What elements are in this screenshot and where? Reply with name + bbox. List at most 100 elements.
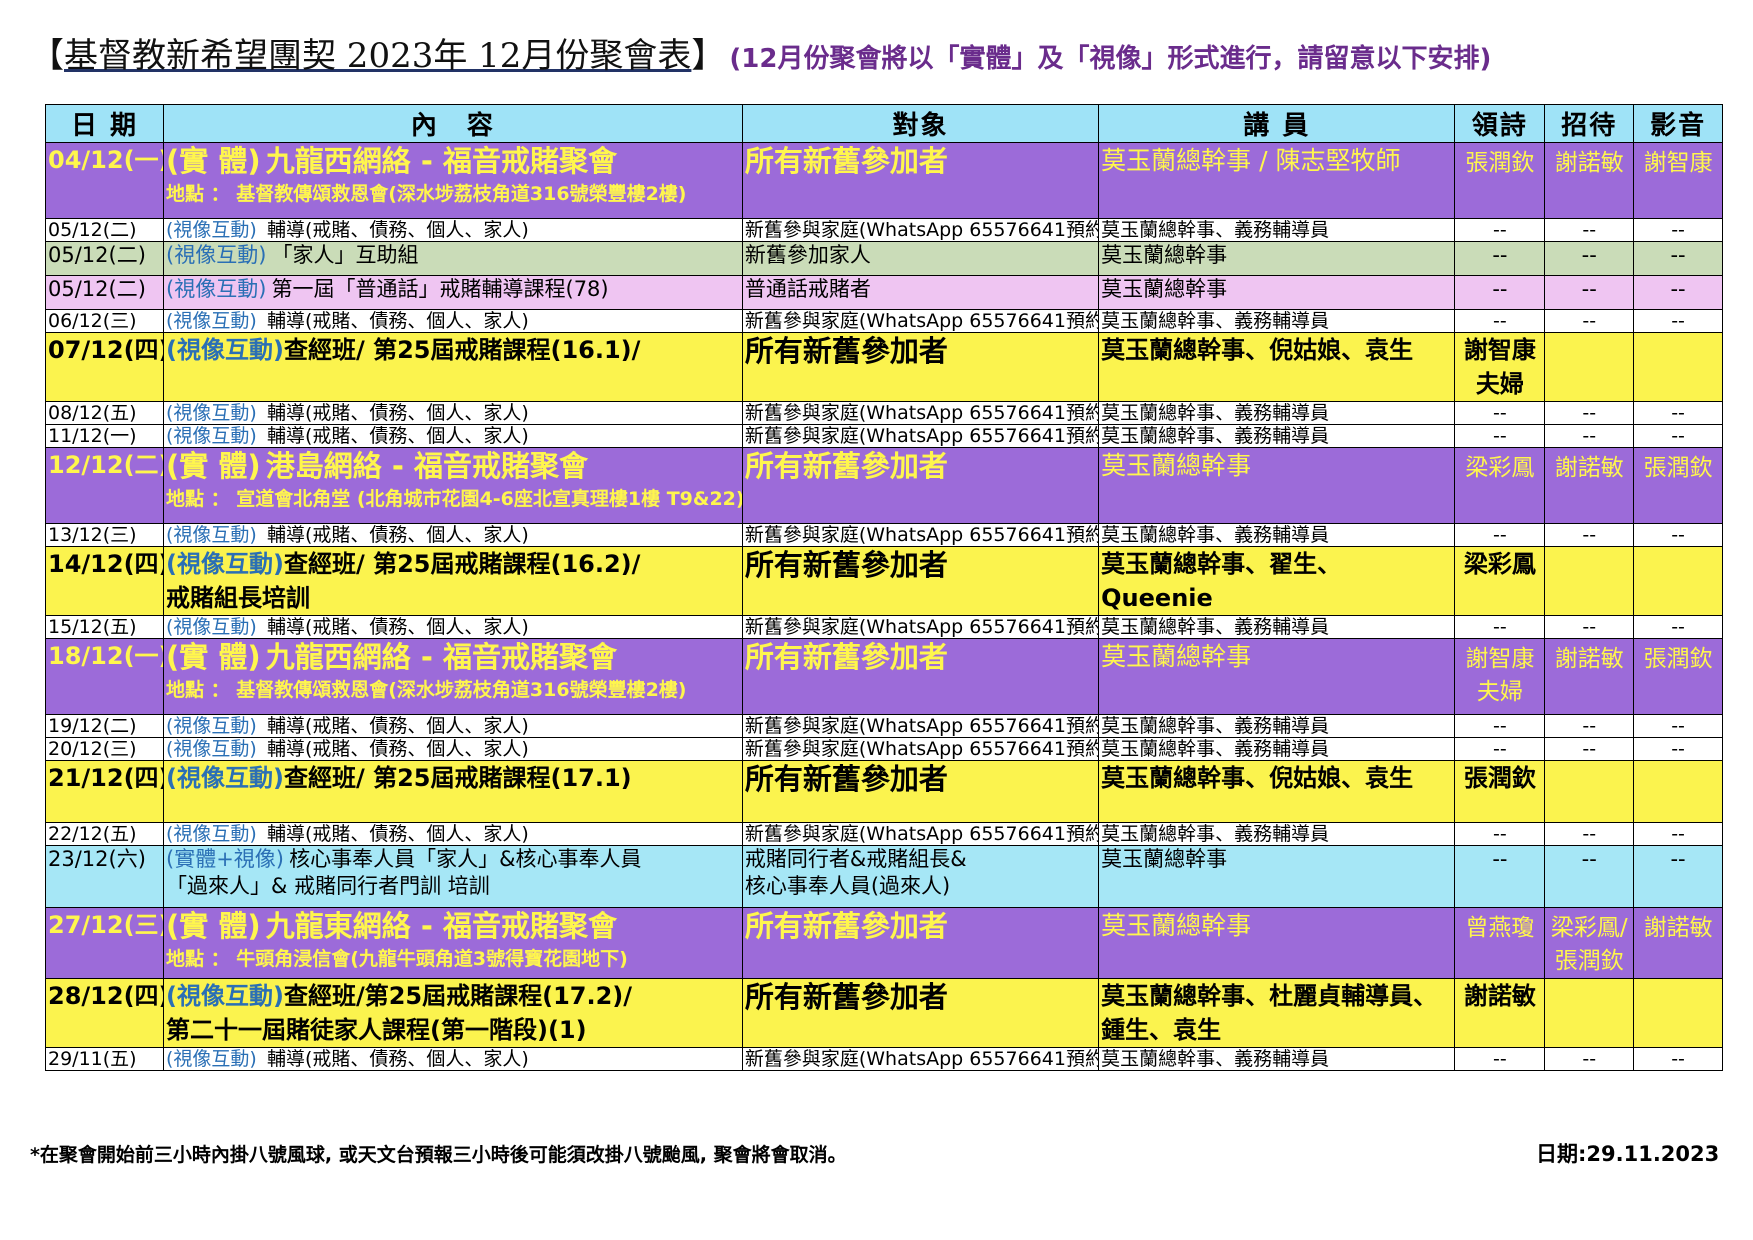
row-speaker: 莫玉蘭總幹事、倪姑娘、袁生	[1098, 332, 1456, 402]
tag-text: (實體+視像)	[166, 847, 284, 871]
row-lead: 曾燕瓊	[1454, 907, 1546, 979]
speaker-text: 莫玉蘭總幹事、義務輔導員	[1101, 715, 1330, 737]
row-date: 19/12(二)	[44, 714, 165, 738]
row-target: 新舊參與家庭(WhatsApp 65576641預約)	[741, 714, 1100, 738]
speaker-text: 莫玉蘭總幹事、義務輔導員	[1101, 524, 1330, 546]
row-content: (視像互動)查經班/ 第25屆戒賭課程(16.2)/ 戒賭組長培訓	[163, 546, 743, 616]
table-row: 28/12(四) (視像互動)查經班/第25屆戒賭課程(17.2)/ 第二十一屆賭徒…	[44, 978, 1723, 1048]
lead-text: 張潤欽	[1463, 764, 1536, 792]
row-target: 新舊參與家庭(WhatsApp 65576641預約)	[741, 401, 1100, 425]
row-speaker: 莫玉蘭總幹事、義務輔導員	[1098, 1047, 1456, 1071]
tag-text: (視像互動)	[166, 823, 257, 845]
row-target: 普通話戒賭者	[741, 275, 1100, 310]
av-text: --	[1670, 277, 1686, 301]
av-text: --	[1671, 738, 1685, 760]
row-usher: --	[1544, 737, 1635, 761]
tag-text: (實 體)	[166, 144, 261, 178]
date-text: 15/12(五)	[48, 616, 137, 638]
row-av: --	[1633, 424, 1723, 448]
title-note: (12月份聚會將以「實體」及「視像」形式進行，請留意以下安排)	[729, 44, 1492, 74]
row-av: 謝諾敏	[1633, 907, 1723, 979]
speaker-text: 莫玉蘭總幹事	[1101, 451, 1252, 480]
date-text: 22/12(五)	[48, 823, 137, 845]
date-text: 14/12(四)	[48, 550, 164, 578]
row-av	[1633, 978, 1723, 1048]
row-lead: --	[1454, 309, 1546, 333]
row-usher: --	[1544, 845, 1635, 908]
content-text: 第一屆「普通話」戒賭輔導課程(78)	[271, 277, 609, 301]
content-text-2: 「過來人」& 戒賭同行者門訓 培訓	[166, 874, 490, 898]
content-text: 查經班/第25屆戒賭課程(17.2)/	[283, 982, 633, 1010]
row-content: (視像互動) 第一屆「普通話」戒賭輔導課程(78)	[163, 275, 743, 310]
target-text: 新舊參與家庭(WhatsApp 65576641預約)	[744, 402, 1099, 424]
row-usher: --	[1544, 424, 1635, 448]
content-text-2: 第二十一屆賭徒家人課程(第一階段)(1)	[166, 1016, 587, 1044]
row-usher: --	[1544, 615, 1635, 639]
speaker-text: 莫玉蘭總幹事、義務輔導員	[1101, 823, 1330, 845]
row-date: 14/12(四)	[44, 546, 165, 616]
content-text: 查經班/ 第25屆戒賭課程(16.2)/	[283, 550, 641, 578]
row-speaker: 莫玉蘭總幹事	[1098, 447, 1456, 524]
speaker-text: 莫玉蘭總幹事	[1101, 243, 1228, 267]
row-date: 08/12(五)	[44, 401, 165, 425]
lead-text: --	[1492, 847, 1508, 871]
usher-text: --	[1582, 616, 1597, 638]
av-text: --	[1670, 847, 1686, 871]
row-usher	[1544, 978, 1635, 1048]
venue-text: 地點 ： 牛頭角浸信會(九龍牛頭角道3號得寶花園地下)	[166, 948, 628, 970]
lead-text: --	[1493, 402, 1507, 424]
row-usher: --	[1544, 714, 1635, 738]
target-text: 新舊參與家庭(WhatsApp 65576641預約)	[744, 219, 1099, 241]
speaker-text: 莫玉蘭總幹事、義務輔導員	[1101, 1048, 1330, 1070]
usher-text: --	[1582, 738, 1597, 760]
speaker-text: 莫玉蘭總幹事	[1101, 847, 1228, 871]
tag-text: (視像互動)	[166, 715, 257, 737]
row-content: (視像互動) 輔導(戒賭、債務、個人、家人)	[163, 822, 743, 846]
tag-text: (視像互動)	[166, 336, 284, 364]
table-row: 12/12(二) (實 體) 港島網絡 - 福音戒賭聚會 地點 ： 宣道會北角堂 (…	[44, 447, 1723, 524]
tag-text: (視像互動)	[166, 738, 257, 760]
row-lead: 張潤欽	[1454, 142, 1546, 219]
content-text: 輔導(戒賭、債務、個人、家人)	[267, 1048, 529, 1070]
lead-text: 曾燕瓊	[1465, 915, 1535, 941]
row-content: (視像互動)查經班/第25屆戒賭課程(17.2)/ 第二十一屆賭徒家人課程(第一階…	[163, 978, 743, 1048]
header-content: 內 容	[163, 104, 743, 143]
usher-text: --	[1582, 425, 1597, 447]
content-text: 輔導(戒賭、債務、個人、家人)	[267, 616, 529, 638]
table-row: 23/12(六) (實體+視像) 核心事奉人員「家人」&核心事奉人員 「過來人」& …	[44, 845, 1723, 908]
row-speaker: 莫玉蘭總幹事、義務輔導員	[1098, 401, 1456, 425]
date-text: 08/12(五)	[48, 402, 137, 424]
lead-text: --	[1493, 524, 1507, 546]
table-row: 21/12(四) (視像互動)查經班/ 第25屆戒賭課程(17.1) 所有新舊參加者…	[44, 760, 1723, 823]
av-text: 謝諾敏	[1643, 915, 1713, 941]
row-target: 新舊參與家庭(WhatsApp 65576641預約)	[741, 1047, 1100, 1071]
row-content: (視像互動) 輔導(戒賭、債務、個人、家人)	[163, 1047, 743, 1071]
speaker-text: 莫玉蘭總幹事	[1101, 642, 1252, 671]
row-lead: --	[1454, 1047, 1546, 1071]
row-target: 所有新舊參加者	[741, 142, 1100, 219]
venue-text: 地點 ： 基督教傳頌救恩會(深水埗荔枝角道316號榮豐樓2樓)	[166, 679, 687, 701]
row-target: 新舊參加家人	[741, 241, 1100, 276]
row-av: --	[1633, 523, 1723, 547]
usher-text: --	[1582, 402, 1597, 424]
row-lead: 謝智康 夫婦	[1454, 332, 1546, 402]
row-lead: --	[1454, 401, 1546, 425]
tag-text: (視像互動)	[166, 310, 257, 332]
row-av: --	[1633, 218, 1723, 242]
table-row: 18/12(一) (實 體) 九龍西網絡 - 福音戒賭聚會 地點 ： 基督教傳頌救恩…	[44, 638, 1723, 715]
row-lead: --	[1454, 424, 1546, 448]
speaker-text: 莫玉蘭總幹事、義務輔導員	[1101, 310, 1330, 332]
target-text: 所有新舊參加者	[744, 449, 948, 483]
row-target: 戒賭同行者&戒賭組長& 核心事奉人員(過來人)	[741, 845, 1100, 908]
table-row: 19/12(二) (視像互動) 輔導(戒賭、債務、個人、家人) 新舊參與家庭(Wha…	[44, 714, 1723, 738]
row-date: 07/12(四)	[44, 332, 165, 402]
row-lead: 梁彩鳳	[1454, 546, 1546, 616]
date-text: 21/12(四)	[48, 764, 164, 792]
tag-text: (實 體)	[166, 640, 261, 674]
usher-text: --	[1581, 847, 1597, 871]
row-content: (視像互動) 輔導(戒賭、債務、個人、家人)	[163, 309, 743, 333]
row-av: --	[1633, 845, 1723, 908]
lead-text: --	[1493, 310, 1507, 332]
date-text: 19/12(二)	[48, 715, 137, 737]
row-target: 新舊參與家庭(WhatsApp 65576641預約)	[741, 218, 1100, 242]
